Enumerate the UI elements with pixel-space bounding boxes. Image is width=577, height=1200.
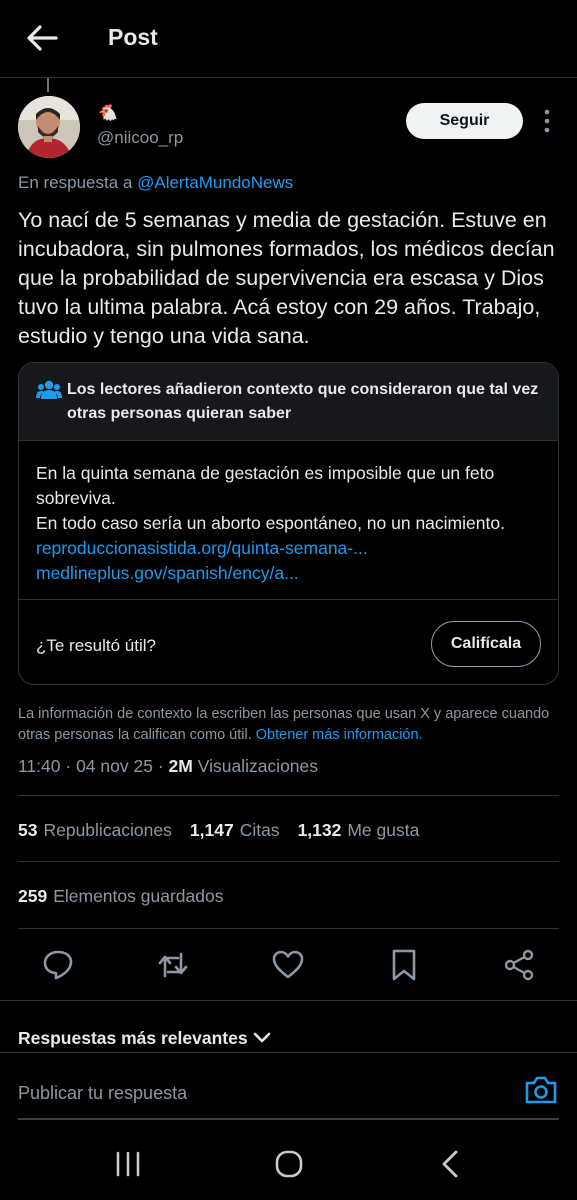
community-note-header: Los lectores añadieron contexto que cons…	[19, 363, 558, 441]
follow-button[interactable]: Seguir	[406, 103, 523, 139]
reply-mention-link[interactable]: @AlertaMundoNews	[137, 173, 293, 192]
community-note: Los lectores añadieron contexto que cons…	[18, 362, 559, 685]
top-bar: Post	[0, 0, 577, 78]
reply-input-underline	[18, 1118, 559, 1120]
post-date: 04 nov 25	[76, 756, 153, 776]
likes-stat[interactable]: 1,132 Me gusta	[298, 820, 420, 841]
reply-context: En respuesta a @AlertaMundoNews	[18, 173, 293, 193]
rate-note-button[interactable]: Califícala	[431, 621, 541, 667]
community-note-rating: ¿Te resultó útil? Califícala	[19, 599, 558, 684]
avatar-photo-icon	[18, 96, 80, 158]
page-title: Post	[108, 24, 158, 50]
reply-prefix: En respuesta a	[18, 173, 133, 192]
bookmark-icon[interactable]	[387, 948, 421, 982]
community-note-heading: Los lectores añadieron contexto que cons…	[67, 381, 539, 422]
views-label[interactable]: Visualizaciones	[198, 756, 318, 776]
reposts-stat[interactable]: 53 Republicaciones	[18, 820, 172, 841]
reply-input[interactable]	[18, 1080, 498, 1106]
retweet-icon[interactable]	[156, 948, 190, 982]
system-nav-bar	[0, 1128, 577, 1200]
divider	[18, 861, 559, 862]
note-source-link-2[interactable]: medlineplus.gov/spanish/ency/a...	[36, 561, 546, 586]
camera-icon[interactable]	[524, 1074, 558, 1106]
divider	[0, 1000, 577, 1001]
post-text: Yo nací de 5 semanas y media de gestació…	[18, 208, 555, 348]
avatar[interactable]	[18, 96, 80, 158]
views-count: 2M	[168, 756, 193, 776]
community-note-body: En la quinta semana de gestación es impo…	[36, 461, 546, 586]
author-handle[interactable]: @niicoo_rp	[97, 128, 183, 148]
engagement-stats: 53 Republicaciones 1,147 Citas 1,132 Me gus…	[18, 820, 437, 841]
recent-apps-icon[interactable]	[112, 1148, 144, 1180]
more-info-link[interactable]: Obtener más información.	[256, 727, 423, 743]
post-time: 11:40	[18, 756, 61, 776]
author-display-name[interactable]: 🐔	[98, 105, 118, 123]
like-icon[interactable]	[271, 948, 305, 982]
thread-line	[47, 78, 49, 92]
share-icon[interactable]	[502, 948, 536, 982]
more-options-icon[interactable]	[538, 108, 556, 134]
back-arrow-icon[interactable]	[24, 22, 60, 54]
chevron-down-icon[interactable]	[252, 1030, 272, 1046]
helpful-question: ¿Te resultó útil?	[36, 636, 156, 655]
divider	[18, 795, 559, 796]
post-meta: 11:40 · 04 nov 25 · 2M Visualizaciones	[18, 756, 319, 776]
note-source-link-1[interactable]: reproduccionasistida.org/quinta-semana-.…	[36, 536, 546, 561]
note-disclaimer: La información de contexto la escriben l…	[18, 704, 563, 746]
note-text-line-1: En la quinta semana de gestación es impo…	[36, 463, 495, 508]
bookmarks-stat: 259 Elementos guardados	[18, 886, 224, 906]
replies-sort-dropdown[interactable]: Respuestas más relevantes	[18, 1028, 248, 1049]
home-icon[interactable]	[273, 1148, 305, 1180]
people-icon	[36, 380, 62, 399]
note-text-line-2: En todo caso sería un aborto espontáneo,…	[36, 513, 505, 533]
quotes-stat[interactable]: 1,147 Citas	[190, 820, 280, 841]
system-back-icon[interactable]	[435, 1148, 467, 1180]
reply-icon[interactable]	[41, 948, 75, 982]
divider	[0, 1052, 577, 1053]
divider	[18, 928, 559, 929]
